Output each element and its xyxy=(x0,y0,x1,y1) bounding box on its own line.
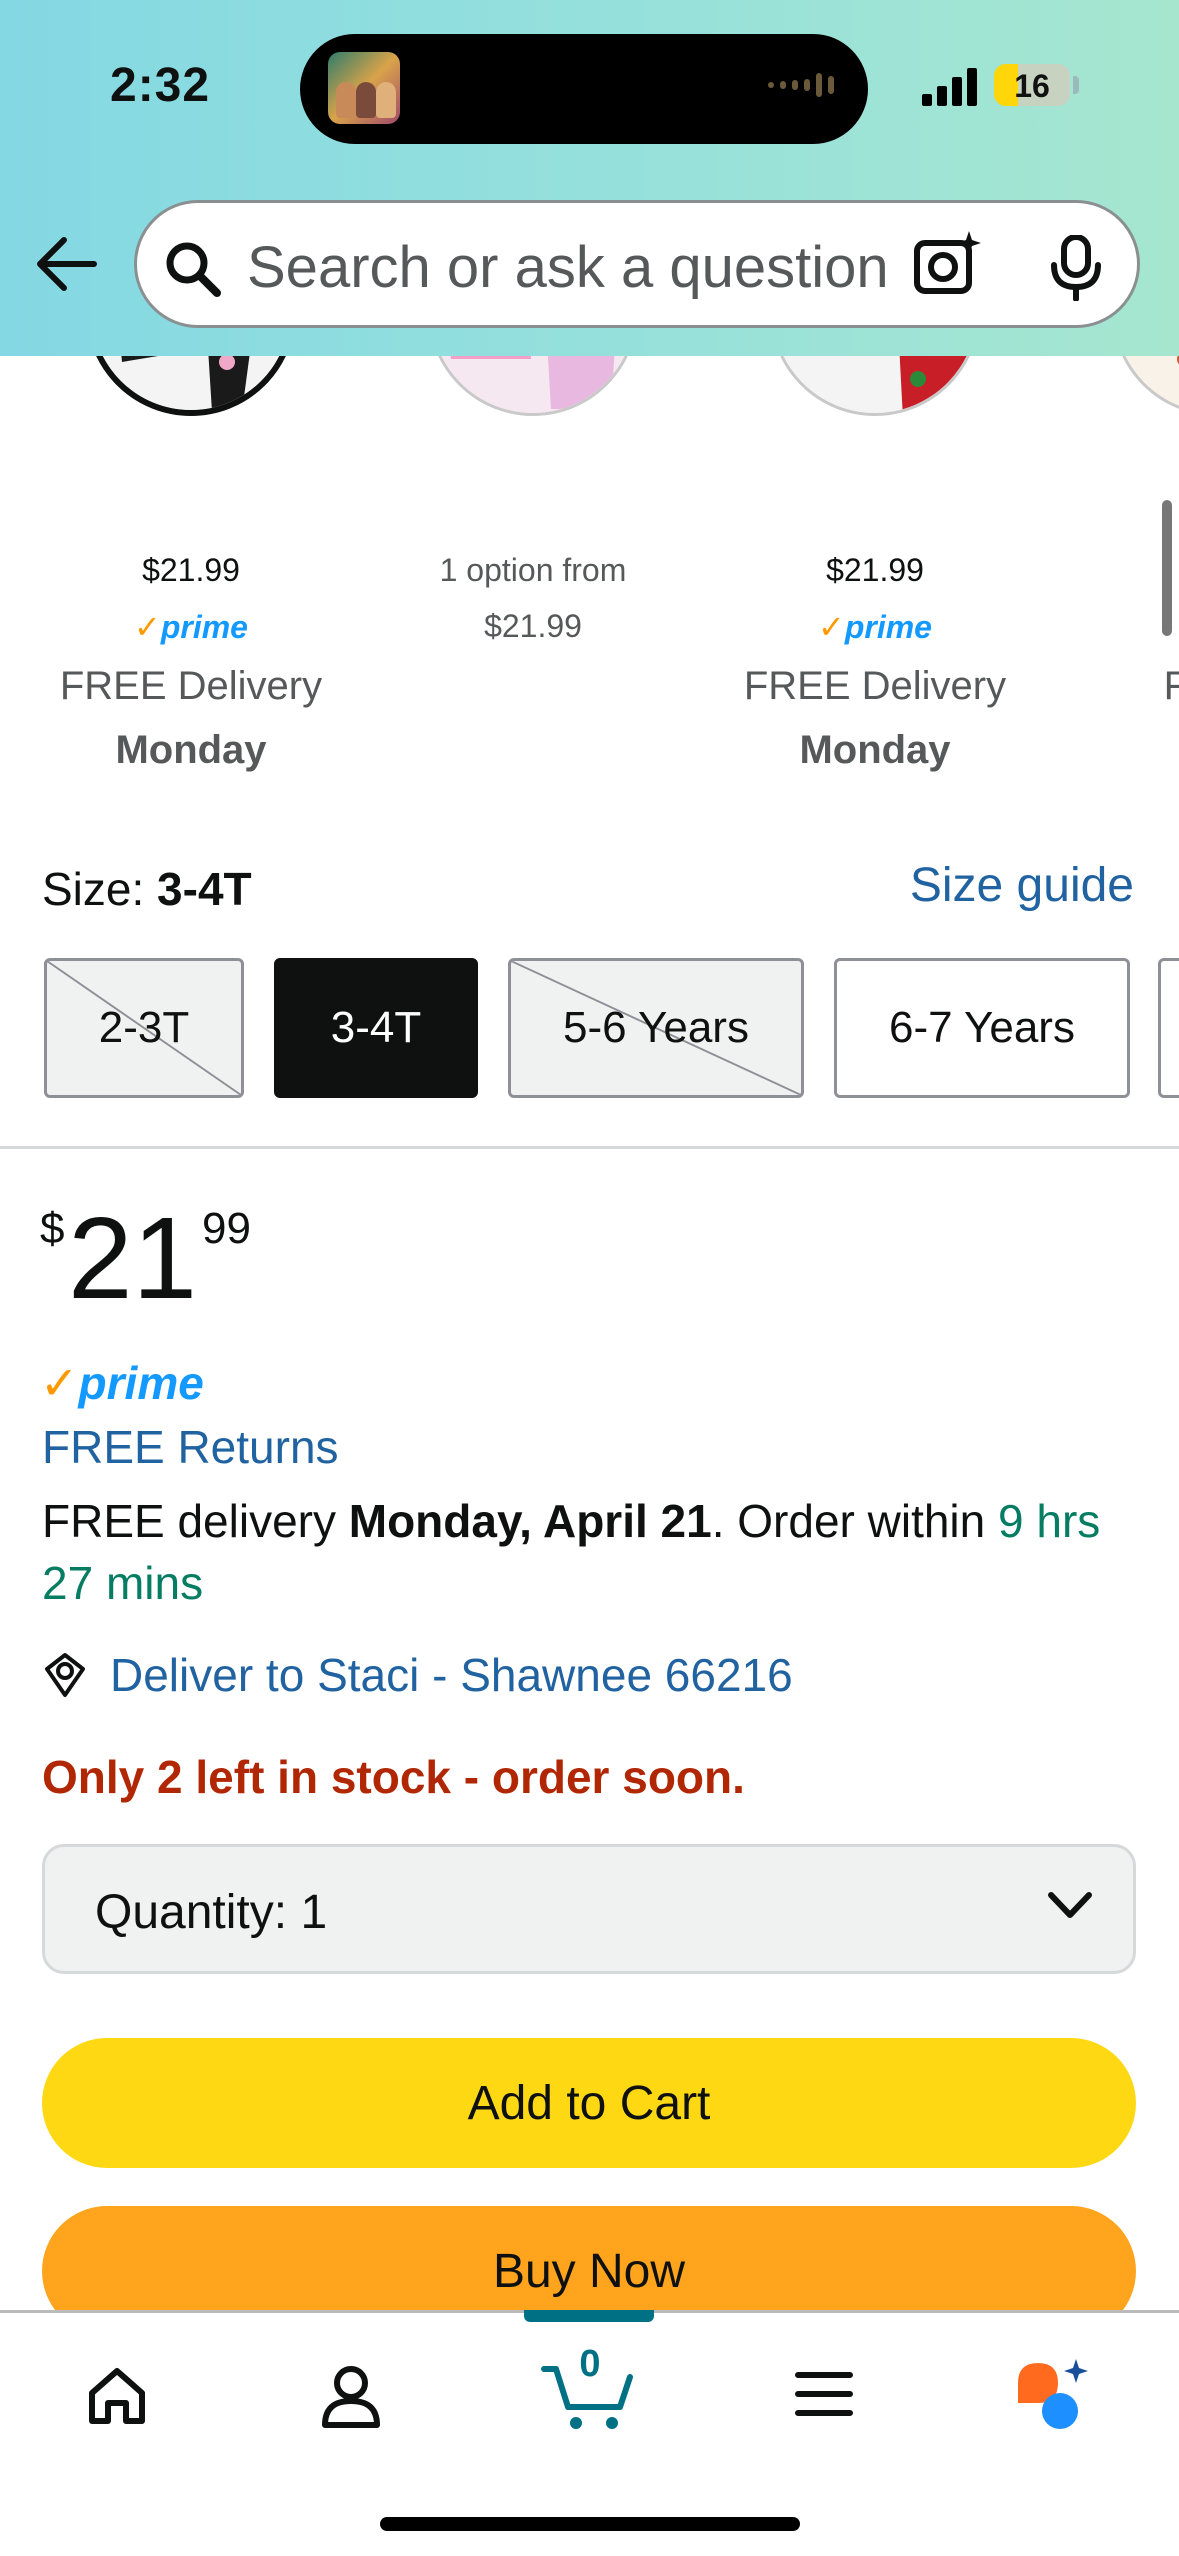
variant-price: $ xyxy=(1026,552,1179,589)
variant-delivery: FREE Delivery xyxy=(59,664,323,708)
variant-price: $21.99 xyxy=(142,552,240,588)
add-to-cart-button[interactable]: Add to Cart xyxy=(42,2038,1136,2168)
variant-thumbnail[interactable] xyxy=(1112,356,1179,416)
dynamic-island xyxy=(300,34,868,144)
free-returns-link[interactable]: FREE Returns xyxy=(42,1420,339,1474)
search-bar[interactable] xyxy=(134,200,1140,328)
variant-option-count: 1 option from xyxy=(439,552,627,588)
variant-delivery: FREE Delivery xyxy=(743,664,1007,708)
quantity-dropdown[interactable]: Quantity: 1 xyxy=(42,1844,1136,1974)
variant-delivery-day: Mo xyxy=(1026,728,1179,773)
price-fraction: 99 xyxy=(202,1204,251,1253)
active-tab-indicator xyxy=(524,2310,654,2322)
search-icon xyxy=(166,242,221,297)
variant-thumbnail[interactable] xyxy=(770,356,980,416)
deliver-to-link[interactable]: Deliver to Staci - Shawnee 66216 xyxy=(42,1648,793,1702)
variant-thumbnail[interactable] xyxy=(86,356,296,416)
variant-delivery-day: Monday xyxy=(115,728,267,772)
size-option-partial[interactable] xyxy=(1158,958,1179,1098)
chevron-down-icon xyxy=(1048,1892,1092,1918)
size-option[interactable]: 3-4T xyxy=(274,958,478,1098)
price-symbol: $ xyxy=(40,1204,65,1253)
scrollbar[interactable] xyxy=(1162,500,1172,636)
microphone-icon[interactable] xyxy=(1049,235,1103,301)
selected-size: 3-4T xyxy=(157,863,252,915)
menu-icon[interactable] xyxy=(794,2369,854,2419)
variant-delivery-day: Monday xyxy=(799,728,951,772)
quantity-value: 1 xyxy=(300,1886,328,1939)
app-header: 2:32 16 xyxy=(0,0,1179,356)
camera-lens-icon[interactable] xyxy=(913,229,983,299)
battery-icon: 16 xyxy=(994,64,1070,106)
variant-price: $21.99 xyxy=(484,608,582,644)
status-time: 2:32 xyxy=(110,59,211,112)
prime-logo: ✓prime xyxy=(40,1357,204,1409)
search-input[interactable] xyxy=(247,231,927,303)
size-option[interactable]: 2-3T xyxy=(44,958,244,1098)
price-whole: 21 xyxy=(68,1193,198,1323)
variant-thumbnail[interactable] xyxy=(428,356,638,416)
size-selection-label: Size: 3-4T xyxy=(42,863,252,915)
audio-wave-icon xyxy=(768,73,834,97)
variant-delivery: FREE xyxy=(1163,664,1179,708)
variant-prime-badge: ✓prime xyxy=(134,609,248,645)
quantity-label: Quantity: 1 xyxy=(95,1886,328,1939)
home-icon[interactable] xyxy=(86,2365,148,2427)
section-divider xyxy=(0,1146,1179,1149)
size-guide-link[interactable]: Size guide xyxy=(910,858,1134,913)
delivery-date: Monday, April 21 xyxy=(348,1495,712,1547)
cart-tab[interactable]: 0 xyxy=(540,2343,640,2439)
stock-warning: Only 2 left in stock - order soon. xyxy=(42,1751,745,1803)
variant-carousel[interactable]: $21.99 ✓prime FREE Delivery Monday 1 opt… xyxy=(0,356,1179,786)
rufus-assistant-icon[interactable] xyxy=(1014,2359,1094,2435)
cart-icon xyxy=(541,2366,633,2429)
now-playing-artwork xyxy=(328,52,400,124)
delivery-info: FREE delivery Monday, April 21. Order wi… xyxy=(42,1495,1101,1609)
location-pin-icon xyxy=(45,1653,85,1697)
variant-prime-badge: ✓prime xyxy=(818,609,932,645)
home-indicator[interactable] xyxy=(380,2517,800,2531)
account-icon[interactable] xyxy=(320,2365,382,2429)
variant-price: $21.99 xyxy=(826,552,924,588)
back-arrow-icon[interactable] xyxy=(34,236,98,292)
battery-level: 16 xyxy=(1014,68,1050,104)
size-option[interactable]: 6-7 Years xyxy=(834,958,1130,1098)
cellular-signal-icon xyxy=(922,68,977,106)
size-option[interactable]: 5-6 Years xyxy=(508,958,804,1098)
